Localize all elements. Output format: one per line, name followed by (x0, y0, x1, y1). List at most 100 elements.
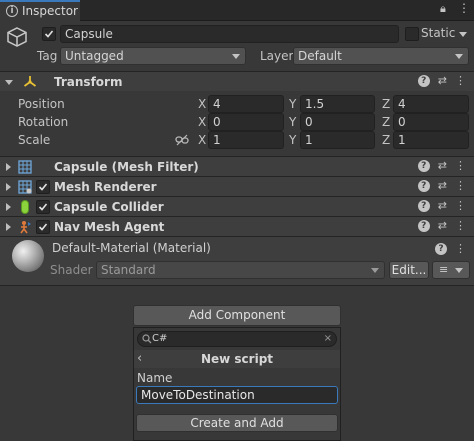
presets-icon[interactable]: ⇄ (438, 179, 447, 193)
component-menu-icon[interactable]: ⋮ (455, 219, 466, 233)
mesh-filter-header[interactable]: Capsule (Mesh Filter) ? ⇄ ⋮ (0, 156, 474, 176)
rotation-z-axis[interactable]: Z (382, 115, 390, 129)
help-icon[interactable]: ? (417, 220, 430, 232)
presets-icon[interactable]: ⇄ (438, 159, 447, 173)
foldout-closed-icon[interactable] (6, 183, 11, 191)
component-menu-icon[interactable]: ⋮ (455, 199, 466, 213)
material-preview-sphere[interactable] (12, 240, 44, 272)
clear-search-icon[interactable]: × (324, 332, 332, 346)
object-name-input[interactable]: Capsule (60, 25, 399, 43)
position-z-field[interactable]: 4 (393, 95, 469, 113)
presets-icon[interactable]: ⇄ (438, 74, 447, 88)
component-menu-icon[interactable]: ⋮ (455, 159, 466, 173)
tab-inspector[interactable]: i Inspector (0, 0, 80, 21)
nav-mesh-agent-enabled-checkbox[interactable] (36, 220, 50, 234)
rotation-y-field[interactable]: 0 (300, 113, 375, 131)
mesh-filter-icon (18, 160, 32, 174)
component-menu-icon[interactable]: ⋮ (455, 242, 466, 256)
static-dropdown-caret[interactable] (457, 28, 469, 40)
transform-header[interactable]: Transform ? ⇄ ⋮ (0, 71, 474, 91)
info-icon: i (6, 5, 18, 17)
foldout-open-icon[interactable] (5, 80, 13, 85)
component-menu-icon[interactable]: ⋮ (455, 179, 466, 193)
foldout-closed-icon[interactable] (6, 163, 11, 171)
position-x-field[interactable]: 4 (208, 95, 284, 113)
component-search-field[interactable]: C# × (137, 331, 337, 347)
script-name-input[interactable]: MoveToDestination (136, 386, 338, 404)
help-icon[interactable]: ? (417, 200, 430, 212)
mesh-renderer-enabled-checkbox[interactable] (36, 180, 50, 194)
scale-z-axis[interactable]: Z (382, 133, 390, 147)
lock-icon[interactable]: 🔒︎ (440, 2, 446, 16)
scale-label: Scale (18, 133, 51, 147)
tag-dropdown[interactable]: Untagged (60, 47, 246, 65)
tab-menu-icon[interactable]: ⋮ (458, 1, 470, 15)
mesh-renderer-header[interactable]: Mesh Renderer ? ⇄ ⋮ (0, 176, 474, 196)
presets-icon[interactable]: ⇄ (438, 199, 447, 213)
layer-label: Layer (260, 49, 294, 63)
search-value: C# (152, 333, 168, 344)
position-x-axis[interactable]: X (198, 97, 206, 111)
capsule-collider-title: Capsule Collider (54, 200, 164, 214)
position-z-axis[interactable]: Z (382, 97, 390, 111)
help-icon[interactable]: ? (417, 160, 430, 172)
help-icon[interactable]: ? (417, 75, 430, 87)
mesh-renderer-title: Mesh Renderer (54, 180, 157, 194)
edit-shader-button[interactable]: Edit... (389, 261, 429, 279)
chevron-down-icon (455, 54, 463, 59)
nav-mesh-agent-title: Nav Mesh Agent (54, 220, 165, 234)
scale-y-axis[interactable]: Y (289, 133, 296, 147)
list-icon: ≡ (439, 263, 449, 276)
nav-mesh-agent-icon (20, 221, 31, 234)
static-label: Static (421, 26, 456, 40)
transform-title: Transform (54, 75, 123, 89)
layer-value: Default (298, 49, 342, 63)
script-name-label: Name (137, 371, 173, 385)
nav-mesh-agent-header[interactable]: Nav Mesh Agent ? ⇄ ⋮ (0, 216, 474, 236)
mesh-renderer-icon (18, 180, 32, 194)
transform-icon (23, 76, 37, 87)
active-checkbox[interactable] (42, 27, 56, 41)
component-menu-icon[interactable]: ⋮ (455, 74, 466, 88)
position-y-field[interactable]: 1.5 (300, 95, 375, 113)
chevron-down-icon (232, 54, 240, 59)
position-y-axis[interactable]: Y (289, 97, 296, 111)
rotation-z-field[interactable]: 0 (393, 113, 469, 131)
capsule-collider-enabled-checkbox[interactable] (36, 200, 50, 214)
constrain-proportions-icon[interactable] (175, 134, 189, 146)
rotation-label: Rotation (18, 115, 69, 129)
search-icon (142, 334, 152, 344)
popup-title: New script (200, 352, 274, 366)
gameobject-icon (6, 26, 28, 48)
foldout-closed-icon[interactable] (6, 203, 11, 211)
rotation-y-axis[interactable]: Y (289, 115, 296, 129)
capsule-collider-header[interactable]: Capsule Collider ? ⇄ ⋮ (0, 196, 474, 216)
tab-inspector-label: Inspector (22, 4, 78, 18)
chevron-down-icon (455, 268, 463, 273)
shader-dropdown[interactable]: Standard (96, 261, 385, 279)
scale-x-axis[interactable]: X (198, 133, 206, 147)
capsule-collider-icon (21, 200, 29, 214)
rotation-x-axis[interactable]: X (198, 115, 206, 129)
mesh-filter-title: Capsule (Mesh Filter) (54, 160, 199, 174)
tag-value: Untagged (65, 49, 124, 63)
help-icon[interactable]: ? (435, 243, 447, 255)
chevron-down-icon (371, 268, 379, 273)
shader-value: Standard (101, 263, 156, 277)
scale-z-field[interactable]: 1 (393, 131, 469, 149)
scale-y-field[interactable]: 1 (300, 131, 375, 149)
tag-label: Tag (37, 49, 58, 63)
help-icon[interactable]: ? (417, 180, 430, 192)
rotation-x-field[interactable]: 0 (208, 113, 284, 131)
shader-label: Shader (50, 263, 93, 277)
position-label: Position (18, 97, 65, 111)
material-title: Default-Material (Material) (52, 241, 211, 255)
scale-x-field[interactable]: 1 (208, 131, 284, 149)
foldout-closed-icon[interactable] (6, 223, 11, 231)
layer-dropdown[interactable]: Default (293, 47, 469, 65)
presets-icon[interactable]: ⇄ (438, 219, 447, 233)
shader-options-button[interactable]: ≡ (432, 261, 470, 279)
add-component-button[interactable]: Add Component (133, 305, 341, 326)
create-and-add-button[interactable]: Create and Add (136, 414, 338, 432)
static-checkbox[interactable] (405, 27, 419, 41)
